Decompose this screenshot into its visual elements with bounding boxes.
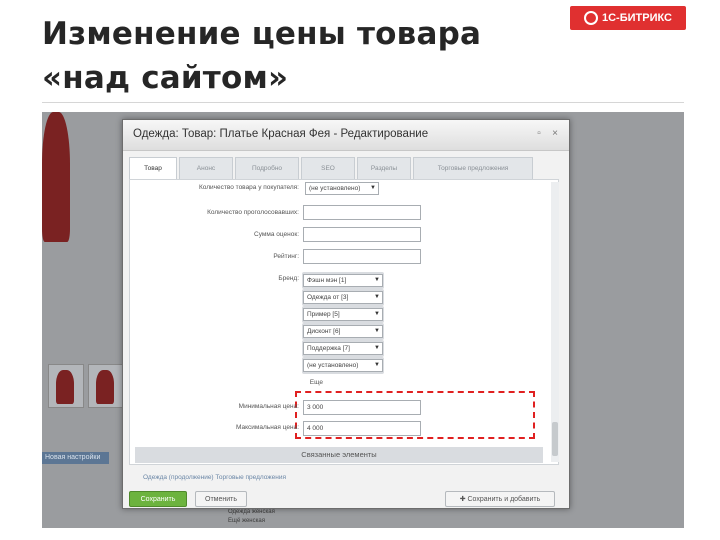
tab-offers[interactable]: Торговые предложения xyxy=(413,157,533,179)
min-price-input[interactable]: 3 000 xyxy=(303,400,421,415)
brand-select[interactable]: (не установлено) ▼ xyxy=(303,359,383,372)
cancel-button[interactable]: Отменить xyxy=(195,491,247,507)
dialog-header[interactable]: Одежда: Товар: Платье Красная Фея - Реда… xyxy=(123,120,569,151)
field-label: Количество проголосовавших: xyxy=(207,209,299,216)
chevron-down-icon: ▼ xyxy=(374,328,380,334)
select-value: Поддержка [7] xyxy=(307,345,350,352)
tab-announce[interactable]: Анонс xyxy=(179,157,233,179)
logo-mark-icon xyxy=(583,11,598,25)
slide-title: Изменение цены товара «над сайтом» xyxy=(42,16,482,96)
logo-text: 1С-БИТРИКС xyxy=(601,12,672,24)
close-icon[interactable]: × xyxy=(549,128,561,140)
chevron-down-icon: ▼ xyxy=(374,294,380,300)
chevron-down-icon: ▼ xyxy=(374,345,380,351)
brand-caption: Еще xyxy=(309,379,323,386)
product-photo xyxy=(42,112,70,242)
brand-select[interactable]: Поддержка [7] ▼ xyxy=(303,342,383,355)
votes-count-input[interactable] xyxy=(303,205,421,220)
ratings-sum-input[interactable] xyxy=(303,227,421,242)
select-value: Одежда от [3] xyxy=(307,294,349,301)
bottom-list: Одежда женская Ещё женская xyxy=(228,508,275,526)
bottom-list-item[interactable]: Ещё женская xyxy=(228,517,275,526)
field-label: Рейтинг: xyxy=(273,253,299,260)
chevron-down-icon: ▼ xyxy=(374,311,380,317)
dialog-tabs: Товар Анонс Подробно SEO Разделы Торговы… xyxy=(129,157,563,179)
thumbnail-model xyxy=(96,370,114,404)
brand-select[interactable]: Пример [5] ▼ xyxy=(303,308,383,321)
tab-seo[interactable]: SEO xyxy=(301,157,355,179)
linked-elements-section[interactable]: Связанные элементы xyxy=(135,447,543,463)
form-scrollbar[interactable] xyxy=(551,182,559,462)
max-price-label: Максимальная цена: xyxy=(236,424,299,431)
edit-dialog: Одежда: Товар: Платье Красная Фея - Реда… xyxy=(122,119,570,509)
save-and-add-button[interactable]: ✚ Сохранить и добавить xyxy=(445,491,555,507)
buyer-quantity-select[interactable]: (не установлено) ▼ xyxy=(305,182,379,195)
brand-select[interactable]: Дисконт [6] ▼ xyxy=(303,325,383,338)
tab-sections[interactable]: Разделы xyxy=(357,157,411,179)
side-link[interactable]: Новая настройки xyxy=(42,452,109,464)
field-label: Сумма оценок: xyxy=(254,231,299,238)
expand-icon[interactable]: ▫ xyxy=(533,128,545,140)
chevron-down-icon: ▼ xyxy=(374,362,380,368)
bottom-list-item[interactable]: Одежда женская xyxy=(228,508,275,517)
tab-product[interactable]: Товар xyxy=(129,157,177,179)
brand-select[interactable]: Одежда от [3] ▼ xyxy=(303,291,383,304)
chevron-down-icon: ▼ xyxy=(370,185,376,191)
screenshot-area: Новая настройки Одежда женская Ещё женск… xyxy=(42,112,684,528)
max-price-input[interactable]: 4 000 xyxy=(303,421,421,436)
select-value: (не установлено) xyxy=(307,362,359,369)
select-value: Фэшн мэн [1] xyxy=(307,277,347,284)
select-value: Пример [5] xyxy=(307,311,340,318)
brand-label: Бренд: xyxy=(278,275,299,282)
select-value: Дисконт [6] xyxy=(307,328,341,335)
offers-link[interactable]: Одежда (продолжение) Торговые предложени… xyxy=(143,474,286,481)
field-label: Количество товара у покупателя: xyxy=(198,184,299,191)
chevron-down-icon: ▼ xyxy=(374,277,380,283)
title-divider xyxy=(42,102,684,103)
select-value: (не установлено) xyxy=(309,185,361,192)
thumbnail-model xyxy=(56,370,74,404)
plus-icon: ✚ xyxy=(459,496,468,503)
tab-details[interactable]: Подробно xyxy=(235,157,299,179)
dialog-title: Одежда: Товар: Платье Красная Фея - Реда… xyxy=(133,128,429,140)
scrollbar-thumb[interactable] xyxy=(552,422,558,456)
save-button[interactable]: Сохранить xyxy=(129,491,187,507)
save-and-add-label: Сохранить и добавить xyxy=(467,496,541,503)
rating-input[interactable] xyxy=(303,249,421,264)
min-price-label: Минимальная цена: xyxy=(238,403,299,410)
bitrix-logo: 1С-БИТРИКС xyxy=(570,6,686,30)
brand-select[interactable]: Фэшн мэн [1] ▼ xyxy=(303,274,383,287)
